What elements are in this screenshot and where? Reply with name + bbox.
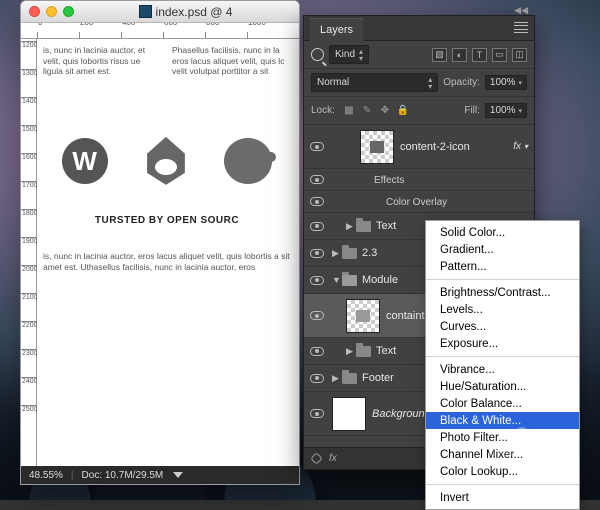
menu-item-invert[interactable]: Invert (426, 489, 579, 506)
menu-item-levels[interactable]: Levels... (426, 301, 579, 318)
lock-transparency-icon[interactable]: ▩ (342, 104, 356, 118)
opacity-input[interactable]: 100%▾ (485, 75, 527, 90)
folder-icon (342, 248, 357, 259)
panel-menu-icon[interactable] (514, 22, 528, 33)
menu-separator (426, 279, 579, 280)
menu-item-hue-saturation[interactable]: Hue/Saturation... (426, 378, 579, 395)
lock-all-icon[interactable]: 🔒 (396, 104, 410, 118)
minimize-window-button[interactable] (46, 6, 57, 17)
filter-type-icon[interactable]: T (472, 48, 487, 62)
lock-pixels-icon[interactable]: ✎ (360, 104, 374, 118)
doc-size[interactable]: Doc: 10.7M/29.5M (82, 470, 164, 481)
fx-menu-icon[interactable]: fx (329, 453, 337, 464)
layer-color-overlay[interactable]: Color Overlay (304, 191, 534, 213)
visibility-toggle-icon[interactable] (310, 311, 324, 320)
horizontal-ruler[interactable] (21, 23, 299, 39)
logo-row: W (43, 137, 291, 185)
panel-collapse-icon[interactable]: ◀◀ (514, 5, 528, 16)
visibility-toggle-icon[interactable] (310, 374, 324, 383)
document-window: index.psd @ 4 12001300140015001600170018… (20, 0, 300, 485)
folder-icon (356, 221, 371, 232)
titlebar[interactable]: index.psd @ 4 (21, 1, 299, 23)
visibility-toggle-icon[interactable] (310, 175, 324, 184)
menu-item-solid-color[interactable]: Solid Color... (426, 224, 579, 241)
menu-separator (426, 484, 579, 485)
panel-tabbar: Layers (304, 16, 534, 41)
window-title: index.psd @ 4 (80, 5, 291, 19)
zoom-level[interactable]: 48.55% (29, 470, 63, 481)
filter-adjustment-icon[interactable]: ◐ (452, 48, 467, 62)
opacity-label: Opacity: (443, 77, 480, 88)
search-icon (311, 48, 324, 61)
canvas-headline: TURSTED BY OPEN SOURC (43, 215, 291, 228)
watermark: Q (515, 424, 530, 445)
folder-icon (342, 373, 357, 384)
menu-separator (426, 356, 579, 357)
menu-item-gradient[interactable]: Gradient... (426, 241, 579, 258)
menu-item-curves[interactable]: Curves... (426, 318, 579, 335)
canvas[interactable]: is, nunc in lacinia auctor, et velit, qu… (37, 39, 299, 466)
folder-open-icon (342, 275, 357, 286)
menu-item-pattern[interactable]: Pattern... (426, 258, 579, 275)
blend-opacity-row: Normal▴▾ Opacity: 100%▾ (304, 69, 534, 97)
filter-smartobject-icon[interactable]: ◫ (512, 48, 527, 62)
statusbar-menu-icon[interactable] (173, 472, 183, 478)
fill-label: Fill: (464, 105, 480, 116)
lock-fill-row: Lock: ▩ ✎ ✥ 🔒 Fill: 100%▾ (304, 97, 534, 125)
menu-item-exposure[interactable]: Exposure... (426, 335, 579, 352)
menu-item-photo-filter[interactable]: Photo Filter... (426, 429, 579, 446)
layer-content-2-icon[interactable]: content-2-icon fx▾ (304, 125, 534, 169)
layer-effects[interactable]: Effects (304, 169, 534, 191)
visibility-toggle-icon[interactable] (310, 222, 324, 231)
canvas-text-right: Phasellus facilisis, nunc in la eros lac… (172, 45, 291, 77)
visibility-toggle-icon[interactable] (310, 347, 324, 356)
menu-item-color-lookup[interactable]: Color Lookup... (426, 463, 579, 480)
zoom-window-button[interactable] (63, 6, 74, 17)
filter-shape-icon[interactable]: ▭ (492, 48, 507, 62)
canvas-text-left: is, nunc in lacinia auctor, et velit, qu… (43, 45, 162, 77)
document-statusbar: 48.55% | Doc: 10.7M/29.5M (21, 466, 299, 484)
visibility-toggle-icon[interactable] (310, 276, 324, 285)
lock-label: Lock: (311, 105, 335, 116)
link-layers-icon[interactable] (310, 452, 323, 465)
layer-fx-badge[interactable]: fx▾ (513, 141, 528, 152)
wordpress-logo-icon: W (62, 138, 108, 184)
close-window-button[interactable] (29, 6, 40, 17)
layer-thumbnail[interactable] (332, 397, 366, 431)
visibility-toggle-icon[interactable] (310, 142, 324, 151)
folder-icon (356, 346, 371, 357)
fill-input[interactable]: 100%▾ (485, 103, 527, 118)
menu-item-color-balance[interactable]: Color Balance... (426, 395, 579, 412)
visibility-toggle-icon[interactable] (310, 249, 324, 258)
watermark-sub: 西北北区 (488, 445, 524, 458)
canvas-text-bottom: is, nunc in lacinia auctor, eros lacus a… (43, 251, 291, 272)
visibility-toggle-icon[interactable] (310, 197, 324, 206)
layer-thumbnail[interactable] (346, 299, 380, 333)
lock-position-icon[interactable]: ✥ (378, 104, 392, 118)
psd-file-icon (139, 5, 152, 18)
menu-item-vibrance[interactable]: Vibrance... (426, 361, 579, 378)
vertical-ruler[interactable]: 1200130014001500160017001800190020002100… (21, 39, 37, 466)
bird-logo-icon (224, 138, 272, 184)
layer-thumbnail[interactable] (360, 130, 394, 164)
adjustment-layer-menu: Solid Color... Gradient... Pattern... Br… (425, 220, 580, 510)
menu-item-black-white[interactable]: Black & White... (426, 412, 579, 429)
filter-pixel-icon[interactable]: ▧ (432, 48, 447, 62)
tab-layers[interactable]: Layers (310, 18, 363, 41)
layer-filter-row: Kind▴▾ ▧ ◐ T ▭ ◫ (304, 41, 534, 69)
blend-mode-dropdown[interactable]: Normal▴▾ (311, 73, 438, 92)
drupal-logo-icon (145, 137, 187, 185)
menu-item-brightness-contrast[interactable]: Brightness/Contrast... (426, 284, 579, 301)
visibility-toggle-icon[interactable] (310, 409, 324, 418)
filter-kind-dropdown[interactable]: Kind▴▾ (329, 45, 369, 64)
